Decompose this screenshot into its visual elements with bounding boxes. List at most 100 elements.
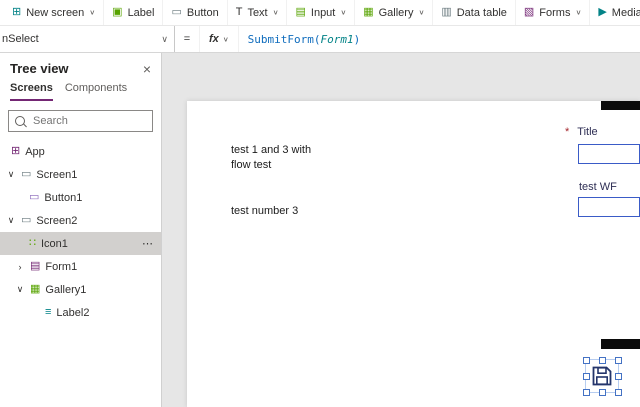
tree-item-button1[interactable]: ▭ Button1 (0, 186, 161, 209)
form-icon: ▤ (30, 260, 41, 272)
formula-input[interactable]: SubmitForm(Form1) (239, 26, 361, 52)
chevron-down-icon: ∨ (575, 8, 582, 17)
forms-menu-label: Forms (539, 6, 571, 19)
search-input[interactable] (31, 114, 146, 128)
fx-button[interactable]: fx ∨ (200, 26, 239, 52)
tree-item-label: Gallery1 (45, 283, 87, 296)
icon-control-icon: ∷ (29, 237, 36, 249)
title-field-label[interactable]: Title (577, 126, 597, 138)
formula-function: SubmitForm( (247, 32, 321, 46)
new-screen-label: New screen (26, 6, 85, 19)
tree-item-label: Button1 (44, 191, 83, 204)
tree-item-label: Label2 (56, 306, 90, 319)
fx-icon: fx (209, 33, 219, 45)
tree-item-icon1[interactable]: ∷ Icon1 ⋯ (0, 232, 161, 255)
tree-item-label: Form1 (45, 260, 78, 273)
tree-view-tabs: Screens Components (0, 78, 161, 101)
insert-label-button[interactable]: ▣ Label (104, 0, 164, 25)
app-icon: ⊞ (11, 145, 21, 157)
selection-handle[interactable] (615, 357, 622, 364)
selection-handle[interactable] (615, 389, 622, 396)
title-field-label-row: * Title (565, 126, 598, 138)
new-screen-button[interactable]: ⊞ New screen ∨ (4, 0, 105, 25)
screen-icon: ▭ (21, 214, 32, 226)
forms-menu-button[interactable]: ▧ Forms ∨ (516, 0, 591, 25)
chevron-down-icon: ∨ (272, 8, 279, 17)
tree-item-form1[interactable]: › ▤ Form1 (0, 255, 161, 278)
tree-item-screen1[interactable]: ∨ ▭ Screen1 (0, 163, 161, 186)
tree-search-box[interactable] (8, 110, 153, 132)
data-table-button[interactable]: ▥ Data table (433, 0, 516, 25)
selection-handle[interactable] (583, 373, 590, 380)
close-icon[interactable]: × (143, 62, 151, 76)
selected-save-icon-control[interactable] (583, 357, 622, 396)
screen-icon: ▭ (21, 168, 32, 180)
input-icon: ▤ (295, 6, 306, 18)
screen-top-bar (601, 101, 640, 110)
chevron-down-icon: ∨ (418, 8, 425, 17)
tree-item-label: Screen2 (36, 214, 78, 227)
gallery-menu-button[interactable]: ▦ Gallery ∨ (355, 0, 434, 25)
save-icon (592, 366, 612, 386)
tab-components[interactable]: Components (65, 82, 127, 101)
label-icon: ≡ (45, 306, 52, 318)
insert-button-button[interactable]: ▭ Button (163, 0, 228, 25)
tree-item-label: App (25, 145, 45, 158)
selection-handle[interactable] (615, 373, 622, 380)
forms-icon: ▧ (523, 6, 535, 18)
formula-close-paren: ) (353, 32, 361, 46)
button-icon: ▭ (29, 191, 40, 203)
design-surface: test 1 and 3 with flow test test number … (162, 53, 640, 407)
screen-canvas[interactable]: test 1 and 3 with flow test test number … (187, 101, 640, 407)
tab-screens[interactable]: Screens (10, 82, 53, 101)
gallery-icon: ▦ (363, 6, 374, 18)
input-menu-label: Input (310, 6, 336, 19)
title-text-input[interactable] (578, 144, 640, 164)
equals-sign: = (175, 26, 200, 52)
selection-handle[interactable] (599, 357, 606, 364)
tree-view-title: Tree view (10, 61, 69, 76)
tree-item-screen2[interactable]: ∨ ▭ Screen2 (0, 209, 161, 232)
media-menu-button[interactable]: ▶ Media ∨ (590, 0, 640, 25)
chevron-down-icon[interactable]: ∨ (6, 215, 16, 226)
canvas-text-label-2[interactable]: test number 3 (231, 205, 298, 217)
chevron-down-icon: ∨ (340, 8, 347, 17)
data-table-icon: ▥ (441, 6, 452, 18)
ellipsis-menu-icon[interactable]: ⋯ (142, 237, 153, 250)
button-icon: ▭ (171, 6, 182, 18)
chevron-down-icon[interactable]: ∨ (6, 169, 16, 180)
tree-view-header: Tree view × (0, 53, 161, 78)
text-icon: T (235, 6, 243, 18)
gallery-dark-bar (601, 339, 640, 349)
tree-item-gallery1[interactable]: ∨ ▦ Gallery1 (0, 278, 161, 301)
canvas-text-label-1[interactable]: test 1 and 3 with flow test (231, 143, 331, 173)
search-icon (15, 116, 25, 126)
screen-plus-icon: ⊞ (12, 6, 22, 18)
wf-text-input[interactable] (578, 197, 640, 217)
formula-argument: Form1 (320, 32, 354, 46)
tree-item-app[interactable]: ⊞ App (0, 140, 161, 163)
wf-field-label[interactable]: test WF (579, 181, 617, 193)
media-icon: ▶ (598, 6, 607, 18)
input-menu-button[interactable]: ▤ Input ∨ (287, 0, 356, 25)
selection-handle[interactable] (583, 389, 590, 396)
text-menu-label: Text (247, 6, 268, 19)
gallery-menu-label: Gallery (378, 6, 414, 19)
chevron-down-icon[interactable]: ∨ (15, 284, 25, 295)
required-asterisk: * (565, 126, 570, 138)
insert-label-label: Label (127, 6, 155, 19)
chevron-down-icon: ∨ (161, 33, 168, 44)
chevron-down-icon: ∨ (222, 35, 229, 43)
tree-item-list: ⊞ App ∨ ▭ Screen1 ▭ Button1 ∨ ▭ Screen2 (0, 138, 161, 407)
chevron-down-icon: ∨ (89, 8, 96, 17)
text-menu-button[interactable]: T Text ∨ (228, 0, 288, 25)
selection-handle[interactable] (583, 357, 590, 364)
gallery-icon: ▦ (30, 283, 41, 295)
property-selector[interactable]: nSelect ∨ (0, 26, 175, 52)
property-selector-value: nSelect (2, 33, 39, 45)
chevron-right-icon[interactable]: › (15, 262, 25, 272)
tree-item-label2[interactable]: ≡ Label2 (0, 301, 161, 324)
tree-view-panel: Tree view × Screens Components ⊞ App ∨ ▭ (0, 53, 162, 407)
selection-handle[interactable] (599, 389, 606, 396)
media-menu-label: Media (611, 6, 640, 19)
